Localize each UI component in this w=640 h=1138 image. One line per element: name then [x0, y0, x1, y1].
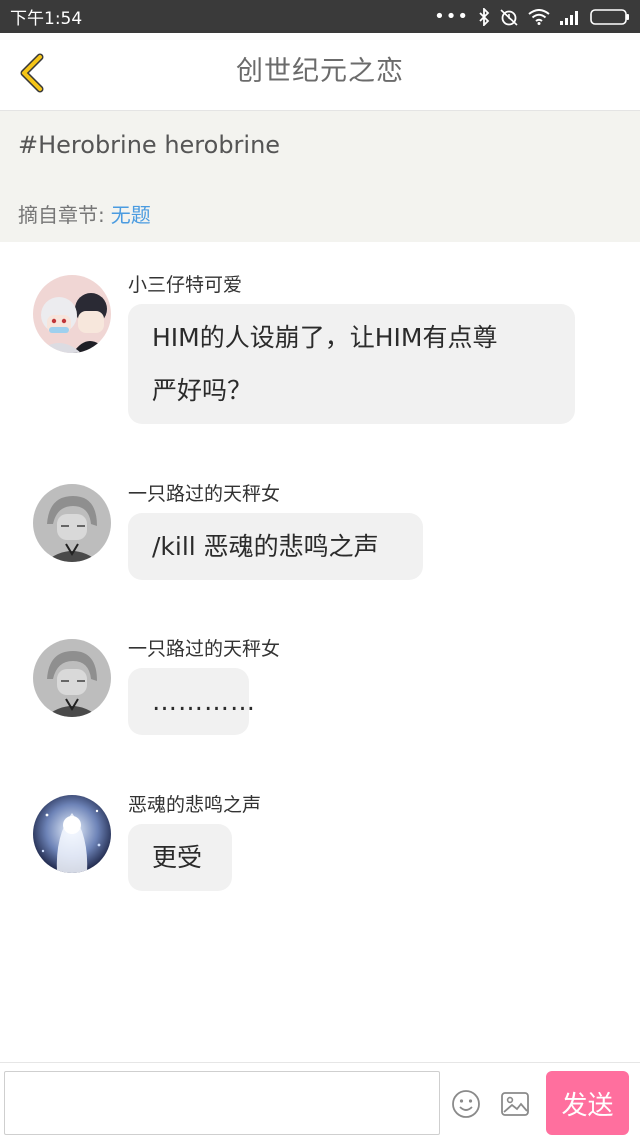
grey-anime-avatar [33, 639, 111, 717]
battery-icon [590, 8, 630, 26]
sender-name: 一只路过的天秤女 [128, 483, 281, 505]
avatar[interactable] [33, 275, 111, 353]
message-line: 严好吗？ [152, 376, 253, 405]
message-bubble[interactable]: HIM的人设崩了，让HIM有点尊 严好吗？ [128, 304, 575, 424]
chapter-link[interactable]: 无题 [111, 203, 151, 227]
page-title: 创世纪元之恋 [236, 56, 404, 87]
message-bubble[interactable]: 更受 [128, 824, 232, 891]
nav-header: 创世纪元之恋 [0, 33, 640, 111]
status-time: 下午1:54 [10, 9, 83, 29]
alarm-icon [499, 8, 519, 26]
more-dots-icon: ••• [434, 5, 469, 27]
sender-name: 一只路过的天秤女 [128, 638, 281, 660]
chapter-label: 摘自章节: [18, 203, 105, 227]
topic-tag: #Herobrine herobrine [18, 131, 281, 159]
image-icon [501, 1092, 529, 1116]
avatar[interactable] [33, 484, 111, 562]
sender-name: 小三仔特可爱 [128, 274, 243, 296]
grey-anime-avatar [33, 484, 111, 562]
message-input[interactable] [4, 1071, 440, 1135]
wifi-icon [528, 8, 550, 25]
status-icons: ••• [434, 5, 630, 27]
status-bar: 下午1:54 ••• [0, 0, 640, 33]
message-line: ………… [152, 687, 256, 716]
ghost-girl-avatar [33, 795, 111, 873]
bluetooth-icon [478, 7, 490, 26]
send-button[interactable]: 发送 [546, 1071, 629, 1135]
message-bubble[interactable]: ………… [128, 668, 256, 735]
anime-couple-avatar [33, 275, 111, 353]
input-bar: 发送 [0, 1062, 640, 1138]
image-button[interactable] [500, 1089, 530, 1119]
message-line: /kill 恶魂的悲鸣之声 [152, 532, 379, 561]
sender-name: 恶魂的悲鸣之声 [128, 794, 262, 816]
signal-icon [559, 9, 581, 25]
topic-chapter: 摘自章节: 无题 [18, 199, 151, 228]
avatar[interactable] [33, 795, 111, 873]
message-bubble[interactable]: /kill 恶魂的悲鸣之声 [128, 513, 423, 580]
message-line: 更受 [152, 843, 203, 872]
avatar[interactable] [33, 639, 111, 717]
message-line: HIM的人设崩了，让HIM有点尊 [152, 323, 498, 352]
topic-info: #Herobrine herobrine 摘自章节: 无题 [0, 111, 640, 242]
smiley-icon [452, 1090, 480, 1118]
emoji-button[interactable] [451, 1089, 481, 1119]
